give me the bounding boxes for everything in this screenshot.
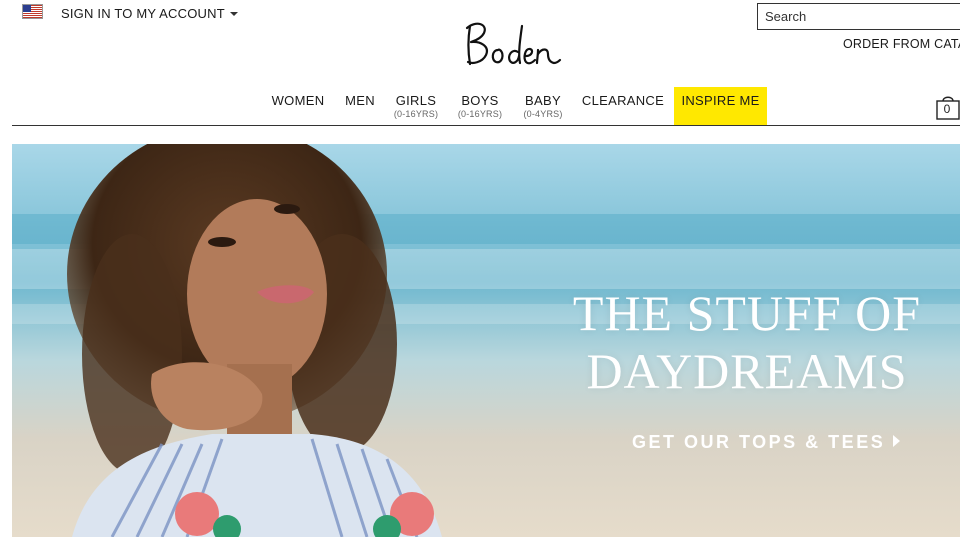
nav-item-age-range: (0-4YRS) <box>523 109 563 119</box>
main-nav: WOMEN MEN GIRLS (0-16YRS) BOYS (0-16YRS)… <box>0 87 960 125</box>
us-flag-icon[interactable] <box>22 4 43 19</box>
nav-item-age-range: (0-16YRS) <box>393 109 439 119</box>
sign-in-label: SIGN IN TO MY ACCOUNT <box>61 6 225 21</box>
search-box[interactable] <box>757 3 960 30</box>
nav-item-label: CLEARANCE <box>581 93 665 108</box>
hero-headline-line1: THE STUFF OF <box>572 285 922 341</box>
hero-cta-label: GET OUR TOPS & TEES <box>632 432 886 452</box>
order-from-catalog-link[interactable]: ORDER FROM CATA <box>843 37 960 51</box>
nav-item-label: INSPIRE ME <box>681 93 760 108</box>
sign-in-account-menu[interactable]: SIGN IN TO MY ACCOUNT <box>61 6 238 21</box>
nav-item-label: MEN <box>345 93 375 108</box>
play-arrow-icon <box>893 435 901 448</box>
nav-item-label: BABY <box>525 93 561 108</box>
boden-logo[interactable] <box>462 18 562 70</box>
hero-headline: THE STUFF OF DAYDREAMS <box>542 284 952 400</box>
nav-item-women[interactable]: WOMEN <box>266 87 330 125</box>
hero-banner[interactable]: THE STUFF OF DAYDREAMS GET OUR TOPS & TE… <box>12 144 960 537</box>
nav-item-label: WOMEN <box>271 93 325 108</box>
nav-item-baby[interactable]: BABY (0-4YRS) <box>518 87 568 125</box>
nav-item-men[interactable]: MEN <box>339 87 381 125</box>
nav-item-boys[interactable]: BOYS (0-16YRS) <box>454 87 506 125</box>
nav-item-age-range: (0-16YRS) <box>457 109 503 119</box>
nav-item-label: GIRLS <box>395 93 437 108</box>
hero-headline-line2: DAYDREAMS <box>586 343 908 399</box>
nav-item-inspire-me[interactable]: INSPIRE ME <box>674 87 767 125</box>
hero-cta-link[interactable]: GET OUR TOPS & TEES <box>632 432 901 453</box>
shopping-bag-button[interactable]: 0 <box>936 95 960 120</box>
nav-item-label: BOYS <box>461 93 499 108</box>
bag-count: 0 <box>943 102 951 116</box>
header-divider <box>12 125 960 126</box>
nav-item-clearance[interactable]: CLEARANCE <box>578 87 668 125</box>
caret-down-icon <box>229 11 238 16</box>
nav-item-girls[interactable]: GIRLS (0-16YRS) <box>390 87 442 125</box>
search-input[interactable] <box>758 4 960 29</box>
